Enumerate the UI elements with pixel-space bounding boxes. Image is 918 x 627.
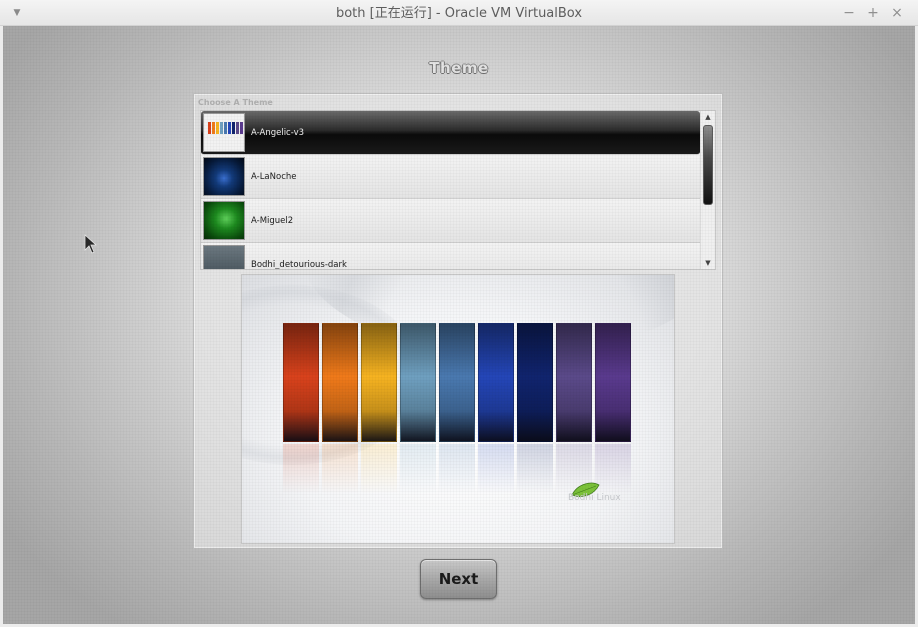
list-item[interactable]: A-Miguel2 (201, 199, 700, 243)
scrollbar-thumb[interactable] (703, 125, 713, 205)
theme-name: A-LaNoche (251, 172, 297, 182)
theme-thumbnail (203, 245, 245, 269)
theme-thumbnail (203, 113, 245, 152)
minimize-button[interactable]: − (840, 4, 858, 22)
preview-panel-reflection (283, 444, 319, 494)
groupbox-label: Choose A Theme (198, 98, 273, 107)
list-item[interactable]: A-LaNoche (201, 155, 700, 199)
preview-panel-reflection (439, 444, 475, 494)
theme-name: A-Angelic-v3 (251, 128, 305, 138)
list-item[interactable]: Bodhi_detourious-dark (201, 243, 700, 270)
preview-panel-reflection (361, 444, 397, 494)
scroll-up-arrow-icon[interactable]: ▲ (701, 112, 715, 122)
preview-panel (478, 323, 514, 442)
theme-name: A-Miguel2 (251, 216, 294, 226)
close-button[interactable]: × (888, 4, 906, 22)
preview-panel (322, 323, 358, 442)
theme-thumbnail (203, 201, 245, 240)
page-title: Theme (429, 59, 489, 77)
theme-name: Bodhi_detourious-dark (251, 260, 347, 270)
scroll-down-arrow-icon[interactable]: ▼ (701, 258, 715, 268)
maximize-button[interactable]: + (864, 4, 882, 22)
window-title: both [正在运行] - Oracle VM VirtualBox (335, 6, 583, 21)
theme-list: A-Angelic-v3 A-LaNoche A-Miguel2 Bodhi_d… (200, 110, 716, 270)
list-item[interactable]: A-Angelic-v3 (201, 111, 700, 155)
preview-panel-reflection (478, 444, 514, 494)
window-titlebar: ▼ both [正在运行] - Oracle VM VirtualBox − +… (0, 0, 918, 26)
preview-watermark: Bodhi Linux (568, 493, 621, 503)
preview-panel (517, 323, 553, 442)
preview-panel (283, 323, 319, 442)
theme-preview: Bodhi Linux (241, 274, 675, 544)
preview-panel (595, 323, 631, 442)
mouse-cursor-icon (84, 234, 98, 254)
theme-groupbox: Choose A Theme A-Angelic-v3 A-LaNoche A-… (193, 93, 723, 549)
theme-thumbnail (203, 157, 245, 196)
preview-panel-reflection (517, 444, 553, 494)
preview-panel-reflection (595, 444, 631, 494)
list-scrollbar[interactable]: ▲ ▼ (700, 111, 715, 269)
guest-screen: Theme Choose A Theme A-Angelic-v3 A-LaNo… (3, 26, 915, 624)
preview-panel (400, 323, 436, 442)
preview-panel-reflection (322, 444, 358, 494)
preview-panel (556, 323, 592, 442)
next-button[interactable]: Next (420, 559, 497, 599)
preview-panel-reflection (400, 444, 436, 494)
preview-panel (361, 323, 397, 442)
preview-panel (439, 323, 475, 442)
